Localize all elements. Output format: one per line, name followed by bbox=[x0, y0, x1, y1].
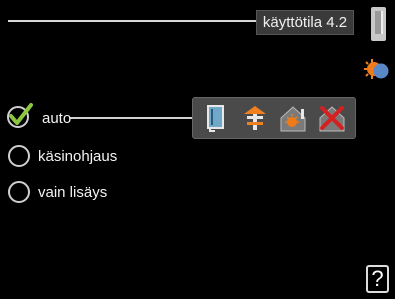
option-vain-lisays[interactable]: vain lisäys bbox=[8, 180, 107, 204]
option-auto[interactable]: auto bbox=[7, 103, 72, 130]
additional-heat-icon bbox=[243, 106, 266, 130]
menu-tab-icon[interactable] bbox=[369, 6, 389, 42]
option-label: auto bbox=[42, 109, 72, 127]
radio-button[interactable] bbox=[8, 145, 30, 167]
heating-icon bbox=[280, 106, 306, 132]
checkmark-icon bbox=[7, 103, 33, 128]
header-line bbox=[8, 20, 258, 22]
compressor-icon bbox=[207, 105, 225, 132]
radio-button[interactable] bbox=[8, 181, 30, 203]
option-label: vain lisäys bbox=[38, 183, 108, 201]
help-button[interactable]: ? bbox=[366, 265, 389, 293]
season-sun-icon bbox=[364, 59, 389, 79]
option-connector-line bbox=[70, 117, 194, 119]
mode-icon-panel bbox=[192, 97, 356, 139]
heating-off-icon bbox=[319, 106, 345, 132]
page-title: käyttötila 4.2 bbox=[256, 10, 354, 35]
option-kasinohjaus[interactable]: käsinohjaus bbox=[8, 144, 117, 168]
option-label: käsinohjaus bbox=[38, 147, 118, 165]
